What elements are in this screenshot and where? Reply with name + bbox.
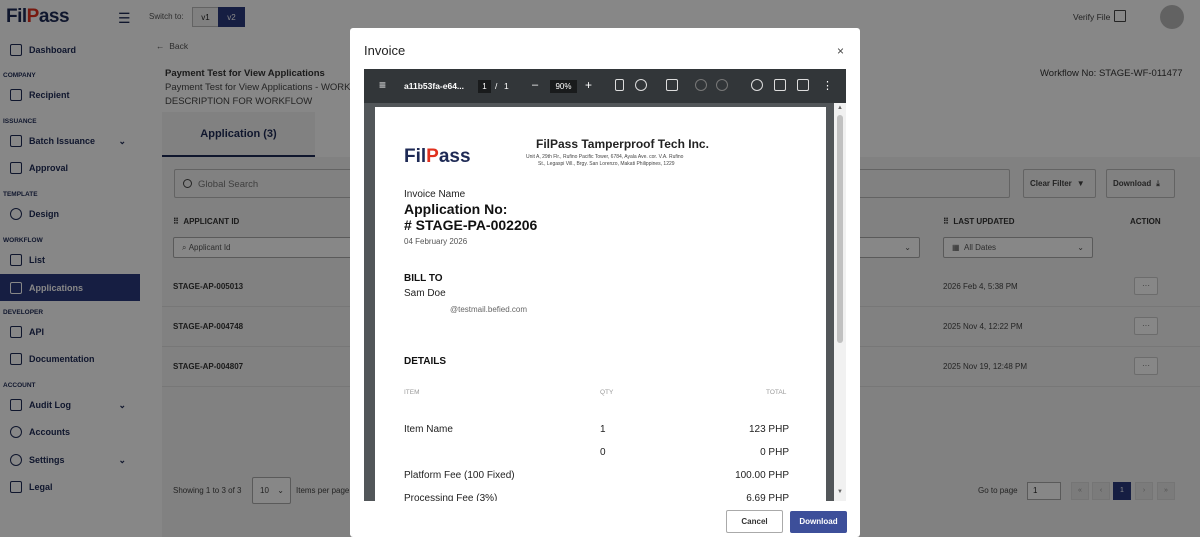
pdf-scrollbar[interactable]: ▲ ▼ [834, 103, 846, 501]
scroll-down-icon[interactable]: ▼ [837, 489, 843, 495]
rotate-icon[interactable] [635, 79, 647, 91]
download-icon[interactable] [774, 79, 786, 91]
bill-to-heading: BILL TO [404, 273, 443, 284]
pdf-page: FilPass FilPass Tamperproof Tech Inc. Un… [375, 107, 826, 501]
processing-fee-total: 6.69 PHP [746, 493, 789, 501]
pdf-filename: a11b53fa-e64... [404, 81, 465, 91]
close-icon[interactable]: × [837, 44, 844, 58]
save-drive-icon[interactable] [751, 79, 763, 91]
line-item-total: 123 PHP [748, 424, 789, 435]
line-item-name: Item Name [404, 424, 453, 435]
scroll-up-icon[interactable]: ▲ [837, 105, 843, 111]
invoice-date: 04 February 2026 [404, 237, 468, 246]
line-item-qty: 1 [600, 424, 606, 435]
page-total: 1 [504, 81, 509, 91]
fit-page-icon[interactable] [615, 79, 624, 91]
platform-fee-total: 100.00 PHP [735, 470, 789, 481]
invoice-logo-prefix: Fil [404, 146, 427, 167]
page-separator: / [495, 81, 498, 91]
modal-title: Invoice [364, 43, 406, 58]
column-item: ITEM [404, 389, 420, 396]
application-number-label: Application No: [404, 201, 508, 217]
zoom-in-icon[interactable]: + [585, 78, 592, 92]
invoice-logo-accent: P [426, 146, 439, 167]
more-options-icon[interactable]: ⋮ [822, 79, 833, 92]
modal-download-button[interactable]: Download [790, 511, 847, 533]
pdf-viewer: ≡ a11b53fa-e64... 1 / 1 – 90% + ⋮ FilPas… [364, 69, 846, 501]
invoice-modal: Invoice × ≡ a11b53fa-e64... 1 / 1 – 90% … [350, 28, 860, 537]
print-icon[interactable] [797, 79, 809, 91]
platform-fee-label: Platform Fee (100 Fixed) [404, 470, 515, 481]
line-item-total: 0 PHP [760, 447, 789, 458]
undo-icon [695, 79, 707, 91]
company-name: FilPass Tamperproof Tech Inc. [536, 137, 709, 151]
customer-name: Sam Doe [404, 288, 446, 299]
invoice-logo-suffix: ass [438, 146, 471, 167]
company-address-line2: St., Legaspi Vill., Brgy. San Lorenzo, M… [538, 161, 675, 167]
company-address-line1: Unit A, 29th Flr., Rufino Pacific Tower,… [526, 154, 684, 160]
details-heading: DETAILS [404, 356, 447, 367]
pdf-toolbar: ≡ a11b53fa-e64... 1 / 1 – 90% + ⋮ [364, 69, 846, 103]
menu-icon[interactable]: ≡ [379, 78, 386, 92]
column-qty: QTY [600, 389, 614, 396]
redo-icon [716, 79, 728, 91]
customer-email: @testmail.befied.com [450, 305, 528, 314]
page-number-input[interactable]: 1 [478, 80, 491, 93]
zoom-level-input[interactable]: 90% [550, 80, 577, 93]
scrollbar-thumb[interactable] [837, 115, 843, 343]
line-item-qty: 0 [600, 447, 606, 458]
invoice-logo: FilPass [404, 146, 471, 168]
invoice-name: Invoice Name [404, 189, 466, 200]
column-total: TOTAL [766, 389, 787, 396]
annotate-icon[interactable] [666, 79, 678, 91]
zoom-out-icon[interactable]: – [532, 79, 538, 91]
cancel-button[interactable]: Cancel [726, 510, 783, 533]
application-number: # STAGE-PA-002206 [404, 217, 538, 233]
processing-fee-label: Processing Fee (3%) [404, 493, 498, 501]
